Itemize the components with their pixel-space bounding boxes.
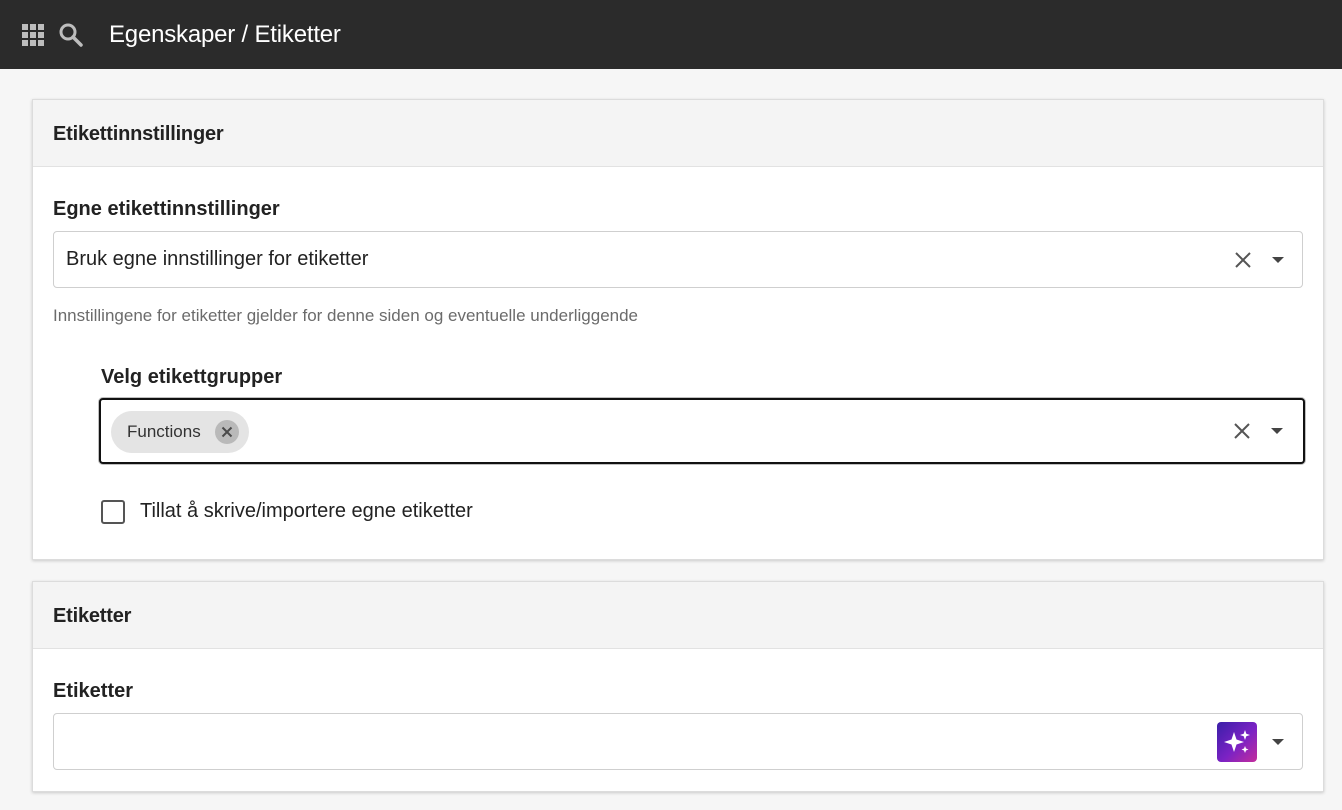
top-bar: Egenskaper / Etiketter [0,0,1342,69]
tags-card: Etiketter Etiketter [32,581,1324,792]
chevron-down-icon[interactable] [1272,739,1284,745]
own-settings-label: Egne etikettinnstillinger [53,198,280,220]
sparkle-icon [1224,730,1250,753]
own-settings-select[interactable]: Bruk egne innstillinger for etiketter [53,231,1303,288]
tags-label: Etiketter [53,680,134,702]
card-header: Etiketter [33,582,1323,649]
tag-groups-select[interactable]: Functions [99,398,1305,464]
allow-custom-tags-checkbox[interactable] [101,500,125,524]
chevron-down-icon[interactable] [1272,257,1284,263]
grid-apps-icon[interactable] [22,24,44,46]
chevron-down-icon[interactable] [1271,428,1283,434]
chip-remove-icon[interactable] [215,420,239,444]
chip-label: Functions [127,422,201,441]
card-title: Etiketter [53,605,132,627]
card-title: Etikettinnstillinger [53,123,224,145]
search-icon[interactable] [58,22,84,48]
ai-sparkle-button[interactable] [1217,722,1257,762]
tag-groups-label: Velg etikettgrupper [101,366,283,388]
own-settings-value: Bruk egne innstillinger for etiketter [66,248,369,270]
tag-settings-card: Etikettinnstillinger Egne etikettinnstil… [32,99,1324,560]
chip-functions: Functions [111,411,249,453]
own-settings-helper: Innstillingene for etiketter gjelder for… [53,306,639,325]
allow-custom-tags-label[interactable]: Tillat å skrive/importere egne etiketter [140,498,473,524]
card-header: Etikettinnstillinger [33,100,1323,167]
clear-icon[interactable] [1232,249,1254,271]
clear-icon[interactable] [1231,420,1253,442]
tags-select[interactable] [53,713,1303,770]
page-title: Egenskaper / Etiketter [109,21,341,48]
